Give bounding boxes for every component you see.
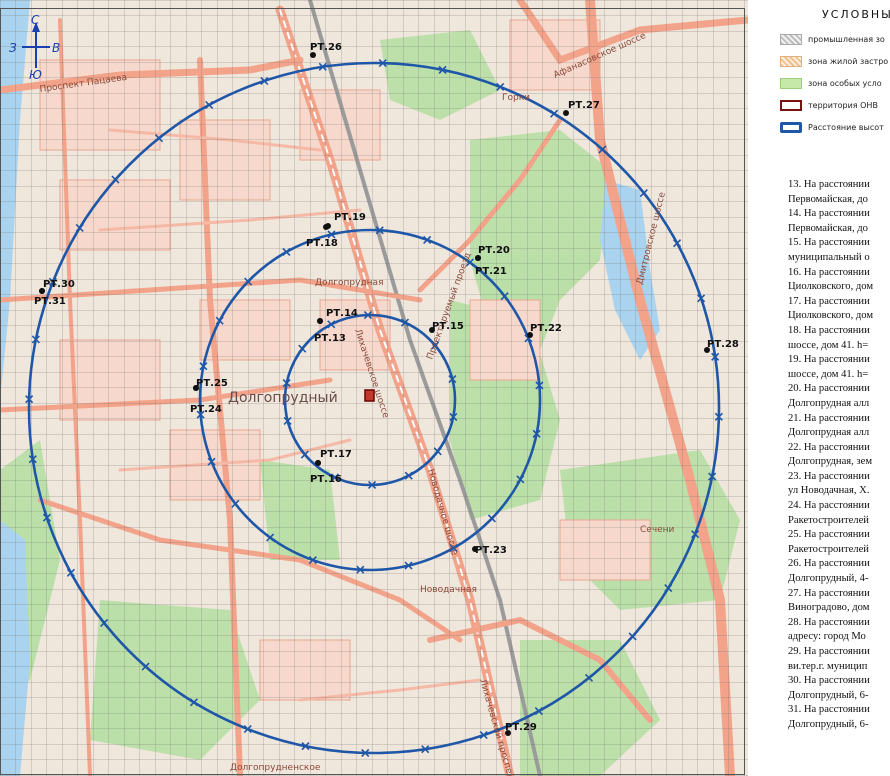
legend-item-label: Расстояние высот (808, 123, 884, 132)
note-line: 14. На расстоянии (788, 208, 870, 220)
survey-point-marker (193, 385, 199, 391)
note-line: Долгопрудная алл (788, 397, 870, 409)
survey-point-label: РТ.20 (478, 245, 510, 256)
note-line: Ракетостроителей (788, 543, 869, 555)
legend-item-label: промышленная зо (808, 35, 885, 44)
survey-point-label: РТ.21 (475, 266, 507, 277)
green-swatch (780, 78, 802, 89)
note-line: 26. На расстоянии (788, 558, 870, 570)
hatched-orange-swatch (780, 56, 802, 67)
survey-point-marker (475, 255, 481, 261)
survey-point-label: РТ.26 (310, 42, 342, 53)
survey-point-label: РТ.25 (196, 378, 228, 389)
hatched-gray-swatch (780, 34, 802, 45)
note-line: Долгопрудная алл (788, 427, 870, 439)
note-line: Долгопрудный, 4- (788, 573, 869, 585)
note-line: 28. На расстоянии (788, 616, 870, 628)
survey-point-label: РТ.29 (505, 722, 537, 733)
legend-item-label: зона особых усло (808, 79, 882, 88)
note-line: 17. На расстоянии (788, 295, 870, 307)
note-line: 15. На расстоянии (788, 237, 870, 249)
legend-title: УСЛОВНЫ (822, 8, 890, 21)
note-line: Первомайская, до (788, 193, 868, 205)
note-line: Первомайская, до (788, 222, 868, 234)
note-line: шоссе, дом 41. h= (788, 339, 869, 351)
place-label-novodachnaya: Новодачная (420, 585, 477, 595)
survey-point-label: РТ.24 (190, 404, 222, 415)
note-line: Ракетостроителей (788, 514, 869, 526)
compass-north: С (31, 13, 40, 27)
survey-point-label: РТ.30 (43, 279, 75, 290)
note-line: ви.тер.г. муницип (788, 660, 868, 672)
note-line: 30. На расстоянии (788, 675, 870, 687)
note-line: 20. На расстоянии (788, 383, 870, 395)
note-line: 18. На расстоянии (788, 324, 870, 336)
survey-point-marker (323, 224, 329, 230)
note-line: ул Новодачная, Х. (788, 485, 870, 497)
note-line: Циолковского, дом (788, 310, 874, 322)
place-label-gorki: Горки (502, 93, 530, 103)
survey-point-label: РТ.28 (707, 339, 739, 350)
legend-item-label: территория ОНВ (808, 101, 878, 110)
note-line: 13. На расстоянии (788, 179, 870, 190)
survey-point-marker (39, 288, 45, 294)
survey-point-label: РТ.19 (334, 212, 366, 223)
survey-point-label: РТ.23 (475, 545, 507, 556)
survey-point-label: РТ.15 (432, 321, 464, 332)
compass-south: Ю (29, 68, 42, 82)
survey-point-label: РТ.17 (320, 449, 352, 460)
survey-point-marker (317, 318, 323, 324)
blue-outline-swatch (780, 122, 802, 133)
dark-red-outline-swatch (780, 100, 802, 111)
note-line: 24. На расстоянии (788, 500, 870, 512)
note-line: Долгопрудная, зем (788, 456, 873, 468)
survey-point-label: РТ.31 (34, 296, 66, 307)
map-canvas[interactable]: Проспект Пацаева Лихачевское шоссе Новод… (0, 0, 748, 776)
note-line: Долгопрудный, 6- (788, 689, 869, 701)
note-line: 23. На расстоянии (788, 470, 870, 482)
note-line: 16. На расстоянии (788, 266, 870, 278)
note-line: 19. На расстоянии (788, 354, 870, 366)
note-line: адресу: город Мо (788, 631, 866, 643)
note-line: Долгопрудный, 6- (788, 718, 869, 730)
note-line: 25. На расстоянии (788, 529, 870, 541)
survey-point-label: РТ.18 (306, 238, 338, 249)
note-line: 27. На расстоянии (788, 587, 870, 599)
place-label-secheni: Сечени (640, 525, 675, 535)
city-label: Долгопрудный (228, 390, 338, 406)
notes-list: 13. На расстоянии Первомайская, до 14. На … (788, 178, 890, 733)
survey-point-label: РТ.27 (568, 100, 600, 111)
note-line: Виноградово, дом (788, 602, 870, 614)
legend-panel: УСЛОВНЫ промышленная зо зона жилой застр… (752, 0, 890, 776)
compass-west: З (9, 41, 17, 55)
note-line: шоссе, дом 41. h= (788, 368, 869, 380)
note-line: 21. На расстоянии (788, 412, 870, 424)
survey-point-label: РТ.13 (314, 333, 346, 344)
note-line: муниципальный о (788, 251, 870, 263)
survey-point[interactable]: РТ.15 (429, 321, 464, 333)
survey-point-label: РТ.16 (310, 474, 342, 485)
note-line: 31. На расстоянии (788, 704, 870, 716)
note-line: 29. На расстоянии (788, 646, 870, 657)
legend-item-label: зона жилой застро (808, 57, 889, 66)
survey-point-label: РТ.14 (326, 308, 358, 319)
survey-point[interactable]: РТ.23 (472, 545, 507, 556)
note-line: 22. На расстоянии (788, 441, 870, 453)
place-label-dolgoprudnaya: Долгопрудная (315, 278, 383, 288)
survey-point-label: РТ.22 (530, 323, 562, 334)
place-label-dolgoprudnenskoe: Долгопрудненское (230, 763, 321, 773)
survey-point-marker (315, 460, 321, 466)
compass-east: В (52, 41, 60, 55)
note-line: Циолковского, дом (788, 281, 874, 293)
